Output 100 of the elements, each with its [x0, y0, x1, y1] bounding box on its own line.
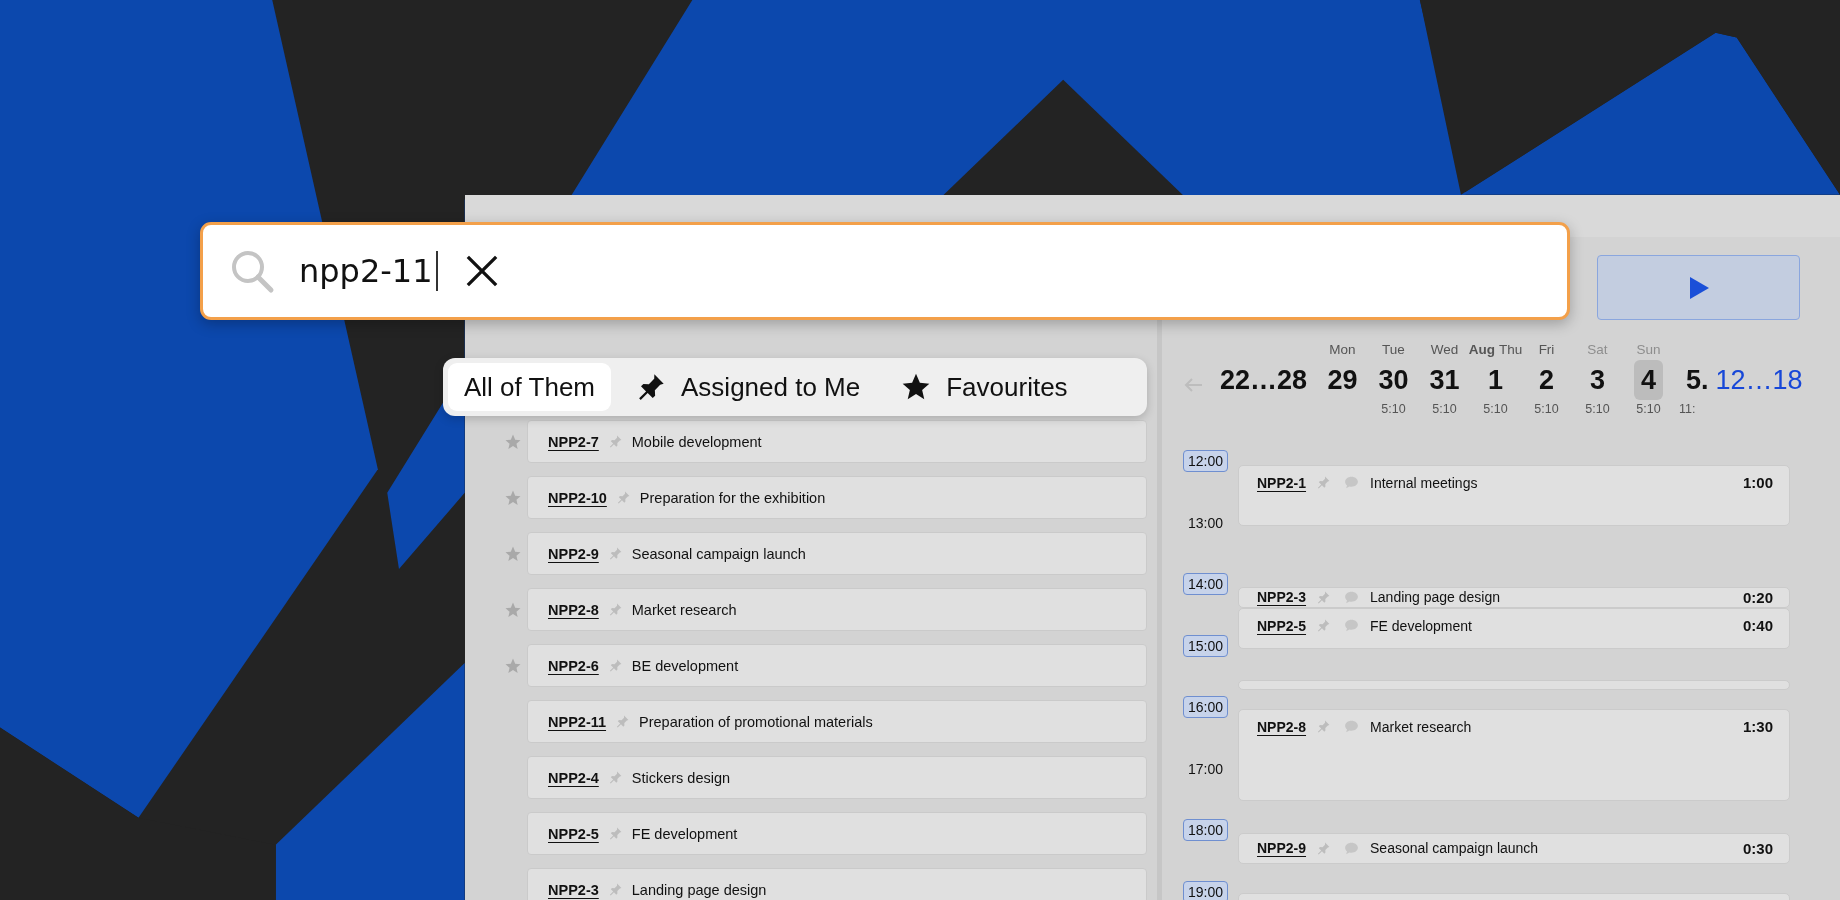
- pin-icon: [1316, 618, 1332, 633]
- weekday-label: Thu: [1499, 341, 1523, 359]
- pin-icon: [607, 882, 623, 897]
- pin-icon: [615, 490, 631, 505]
- task-title: Preparation of promotional materials: [639, 713, 873, 730]
- day-number[interactable]: 30: [1371, 360, 1416, 400]
- event-title: Internal meetings: [1370, 474, 1478, 493]
- month-label: Aug: [1468, 341, 1495, 359]
- pin-icon: [607, 434, 623, 449]
- event-title: Seasonal campaign launch: [1370, 839, 1539, 858]
- task-title: Stickers design: [631, 769, 731, 786]
- pin-icon: [1316, 475, 1332, 490]
- weekday-label: Tue: [1382, 341, 1405, 359]
- task-id-link[interactable]: NPP2-3: [548, 881, 599, 898]
- task-title: FE development: [631, 825, 738, 842]
- task-card[interactable]: NPP2-9 Seasonal campaign launch: [527, 532, 1147, 575]
- task-card[interactable]: NPP2-6 BE development: [527, 644, 1147, 687]
- hour-label: 12:00: [1183, 450, 1229, 472]
- event-duration: 0:40: [1742, 616, 1773, 636]
- task-id-link[interactable]: NPP2-8: [1257, 717, 1307, 737]
- task-id-link[interactable]: NPP2-6: [548, 657, 599, 674]
- day-total: 5:10: [1381, 401, 1406, 418]
- next-week-range[interactable]: 12…18: [1715, 360, 1803, 400]
- task-id-link[interactable]: NPP2-9: [548, 545, 599, 562]
- day-number[interactable]: 4: [1634, 360, 1663, 400]
- event-block[interactable]: NPP2-1 Internal meetings 1:00: [1238, 465, 1790, 526]
- task-card[interactable]: NPP2-4 Stickers design: [527, 756, 1147, 799]
- task-id-link[interactable]: NPP2-4: [548, 769, 599, 786]
- hour-label: 18:00: [1183, 819, 1229, 841]
- task-id-link[interactable]: NPP2-5: [1257, 616, 1307, 636]
- task-card[interactable]: NPP2-5 FE development: [527, 812, 1147, 855]
- hour-label: 13:00: [1187, 513, 1225, 533]
- task-id-link[interactable]: NPP2-10: [548, 489, 607, 506]
- day-total: 5:10: [1534, 401, 1559, 418]
- comment-icon: [1343, 589, 1361, 606]
- task-id-link[interactable]: NPP2-1: [1257, 473, 1307, 493]
- day-number[interactable]: 5.: [1679, 360, 1716, 400]
- pin-icon: [607, 770, 623, 785]
- task-id-link[interactable]: NPP2-9: [1257, 834, 1307, 863]
- comment-icon: [1343, 617, 1361, 634]
- weekday-label: Wed: [1430, 341, 1459, 359]
- task-title: Preparation for the exhibition: [639, 489, 826, 506]
- filter-tab[interactable]: All of Them: [448, 363, 611, 411]
- event-block[interactable]: NPP2-9 Seasonal campaign launch 0:30: [1238, 833, 1790, 864]
- task-title: Seasonal campaign launch: [631, 545, 806, 562]
- task-id-link[interactable]: NPP2-8: [548, 601, 599, 618]
- comment-icon: [1343, 840, 1361, 857]
- weekday-label: Sat: [1587, 341, 1608, 359]
- day-total: 11:: [1679, 401, 1696, 418]
- pin-icon: [607, 602, 623, 617]
- task-card[interactable]: NPP2-8 Market research: [527, 588, 1147, 631]
- hour-label: 14:00: [1183, 573, 1229, 595]
- event-title: FE development: [1370, 617, 1472, 636]
- day-number[interactable]: 2: [1532, 360, 1561, 400]
- task-id-link[interactable]: NPP2-3: [1257, 588, 1307, 607]
- filter-tab[interactable]: Favourites: [884, 363, 1084, 411]
- event-block[interactable]: NPP2-3 Landing page design 0:20: [1238, 587, 1790, 608]
- event-duration: 1:30: [1742, 717, 1773, 737]
- day-total: 5:10: [1483, 401, 1508, 418]
- event-title: Market research: [1370, 718, 1472, 737]
- event-title: Landing page design: [1370, 588, 1501, 607]
- event-duration: 0:20: [1742, 588, 1773, 607]
- task-card[interactable]: NPP2-11 Preparation of promotional materials: [527, 700, 1147, 743]
- weekday-label: Sun: [1636, 341, 1661, 359]
- hour-label: 16:00: [1183, 696, 1229, 718]
- task-title: BE development: [631, 657, 739, 674]
- close-icon: [464, 254, 499, 288]
- hour-label: 15:00: [1183, 634, 1229, 657]
- hour-label: 19:00: [1183, 880, 1229, 900]
- previous-week-range[interactable]: 22…28: [1220, 360, 1317, 400]
- task-card[interactable]: NPP2-7 Mobile development: [527, 420, 1147, 463]
- task-card[interactable]: NPP2-10 Preparation for the exhibition: [527, 476, 1147, 519]
- day-number[interactable]: 29: [1320, 360, 1365, 400]
- hour-label: 17:00: [1187, 759, 1225, 779]
- pin-icon: [1316, 590, 1332, 605]
- task-title: Landing page design: [631, 881, 767, 898]
- task-id-link[interactable]: NPP2-5: [548, 825, 599, 842]
- event-block[interactable]: NPP2-5 FE development 0:40: [1238, 608, 1790, 649]
- search-field[interactable]: npp2-11: [200, 222, 1570, 320]
- pin-icon: [1316, 719, 1332, 734]
- event-block[interactable]: NPP2-8 Market research 1:30: [1238, 709, 1790, 801]
- task-id-link[interactable]: NPP2-7: [548, 433, 599, 450]
- day-total: 5:10: [1585, 401, 1610, 418]
- day-number[interactable]: 31: [1422, 360, 1467, 400]
- task-title: Mobile development: [631, 433, 762, 450]
- weekday-label: Fri: [1538, 341, 1555, 359]
- day-number[interactable]: 3: [1583, 360, 1612, 400]
- pin-icon: [607, 658, 623, 673]
- day-number[interactable]: 1: [1481, 360, 1510, 400]
- pin-icon: [1316, 841, 1332, 856]
- day-total: 5:10: [1432, 401, 1457, 418]
- task-card[interactable]: NPP2-3 Landing page design: [527, 868, 1147, 900]
- pin-icon: [607, 826, 623, 841]
- pin-icon: [615, 714, 631, 729]
- task-id-link[interactable]: NPP2-11: [548, 713, 607, 730]
- event-duration: 0:30: [1742, 839, 1773, 859]
- filter-tab[interactable]: Assigned to Me: [619, 363, 877, 411]
- comment-icon: [1343, 718, 1361, 735]
- comment-icon: [1343, 474, 1361, 491]
- event-duration: 1:00: [1742, 473, 1773, 493]
